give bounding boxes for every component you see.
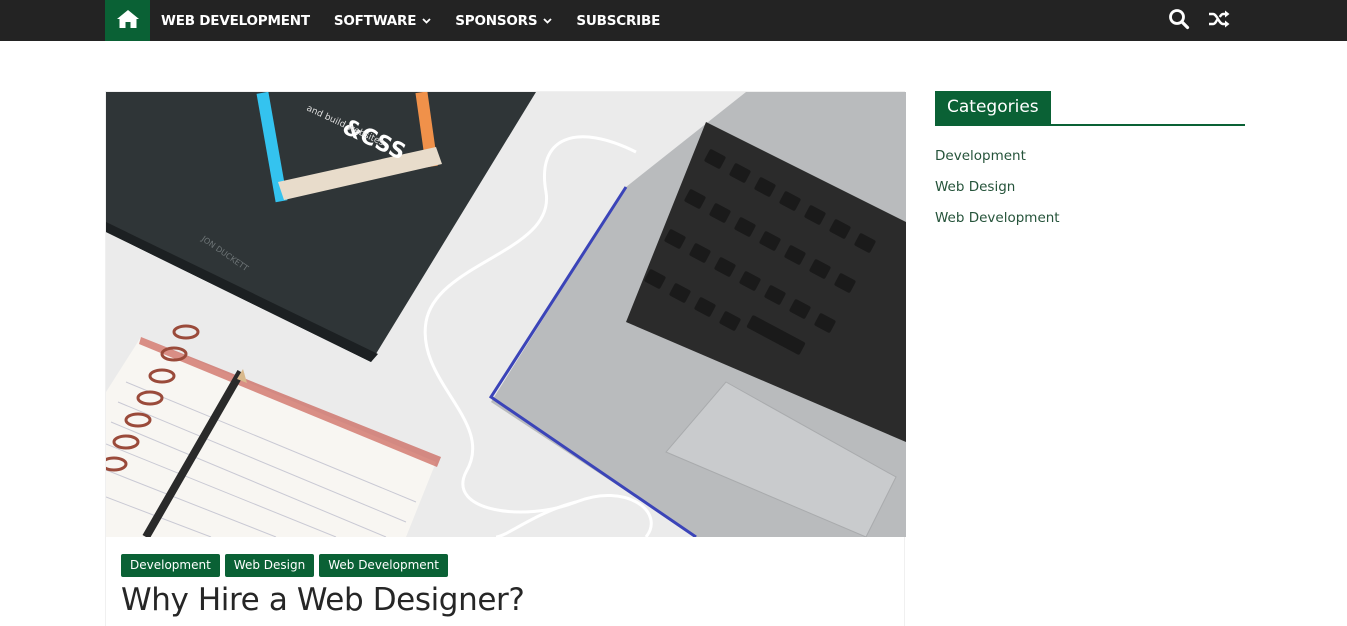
- menu-item-label: SPONSORS: [455, 12, 538, 29]
- shuffle-icon: [1208, 10, 1230, 32]
- header-tools: [1166, 0, 1246, 41]
- top-navigation-bar: WEB DEVELOPMENT SOFTWARE SPONSORS SUBSCR…: [0, 0, 1347, 41]
- search-icon: [1168, 8, 1190, 34]
- post-featured-image[interactable]: &CSS and build websites JON DUCKETT: [106, 92, 906, 537]
- menu-item-web-development[interactable]: WEB DEVELOPMENT: [161, 13, 310, 29]
- menu-item-label: SOFTWARE: [333, 12, 417, 29]
- category-tag-web-design[interactable]: Web Design: [224, 554, 315, 577]
- category-tag-web-development[interactable]: Web Development: [319, 554, 448, 577]
- category-link-web-development[interactable]: Web Development: [935, 208, 1245, 239]
- featured-post: &CSS and build websites JON DUCKETT Deve…: [105, 91, 906, 626]
- sidebar: Categories Development Web Design Web De…: [935, 91, 1245, 239]
- categories-list: Development Web Design Web Development: [935, 146, 1245, 239]
- search-button[interactable]: [1166, 8, 1192, 34]
- home-button[interactable]: [105, 0, 150, 41]
- laptop-desk-illustration: &CSS and build websites JON DUCKETT: [106, 92, 906, 537]
- menu-item-label: WEB DEVELOPMENT: [161, 12, 310, 29]
- category-link-web-design[interactable]: Web Design: [935, 177, 1245, 208]
- menu-item-software[interactable]: SOFTWARE: [334, 13, 431, 29]
- chevron-down-icon: [422, 17, 431, 24]
- chevron-down-icon: [543, 17, 552, 24]
- widget-title: Categories: [935, 91, 1051, 124]
- post-category-tags: Development Web Design Web Development: [121, 554, 453, 577]
- category-link-development[interactable]: Development: [935, 146, 1245, 177]
- categories-widget-header: Categories: [935, 91, 1245, 126]
- menu-item-label: SUBSCRIBE: [576, 12, 661, 29]
- home-icon: [116, 9, 140, 33]
- category-tag-development[interactable]: Development: [121, 554, 220, 577]
- post-title[interactable]: Why Hire a Web Designer?: [121, 582, 525, 618]
- random-post-button[interactable]: [1206, 8, 1232, 34]
- main-menu: WEB DEVELOPMENT SOFTWARE SPONSORS SUBSCR…: [161, 0, 684, 41]
- menu-item-sponsors[interactable]: SPONSORS: [455, 13, 552, 29]
- menu-item-subscribe[interactable]: SUBSCRIBE: [576, 13, 660, 29]
